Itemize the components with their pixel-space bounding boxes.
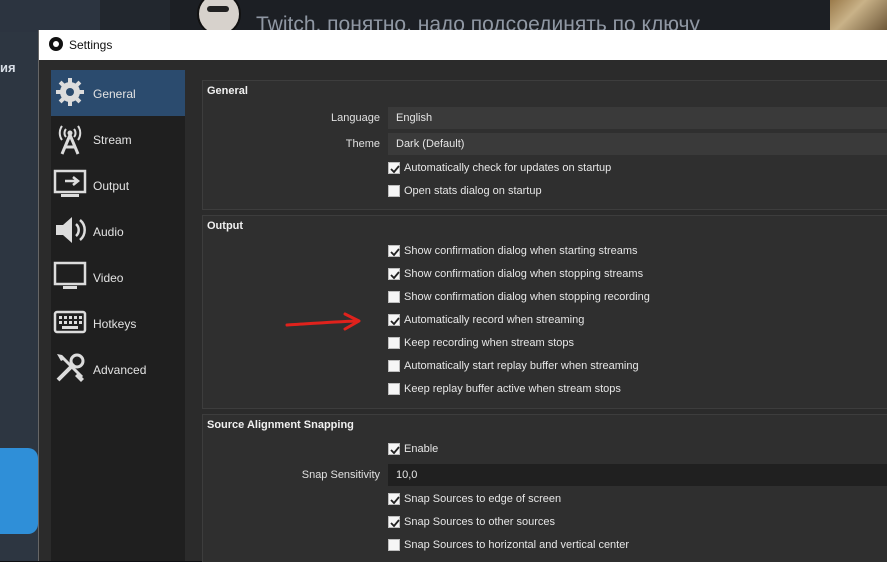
language-select[interactable]: English <box>388 107 887 129</box>
background-left-panel <box>0 0 100 32</box>
display-icon <box>53 261 87 289</box>
checkbox-label: Keep recording when stream stops <box>404 337 574 349</box>
checkbox-unchecked[interactable] <box>388 185 400 197</box>
language-value: English <box>396 112 433 124</box>
sidebar-item-label: Video <box>93 271 124 285</box>
checkbox-unchecked[interactable] <box>388 337 400 349</box>
red-arrow-annotation-icon <box>285 312 361 331</box>
wrench-screwdriver-icon <box>56 353 85 382</box>
group-title: Output <box>207 220 244 232</box>
checkbox-label: Snap Sources to horizontal and vertical … <box>404 539 630 551</box>
checkbox-checked[interactable] <box>388 443 400 455</box>
sidebar-item-label: Output <box>93 179 130 193</box>
snapping-group: Source Alignment Snapping Enable Snap Se… <box>202 414 887 562</box>
sidebar-item-output[interactable]: Output <box>51 162 185 208</box>
background-browser-header: Twitch, понятно, надо подсоединять по кл… <box>0 0 887 36</box>
background-photo <box>830 0 887 32</box>
background-strip <box>100 0 170 32</box>
checkbox-checked[interactable] <box>388 268 400 280</box>
sidebar-item-label: Advanced <box>93 363 147 377</box>
snap-sensitivity-label: Snap Sensitivity <box>301 469 380 481</box>
checkbox-label: Show confirmation dialog when starting s… <box>404 245 638 257</box>
checkbox-label: Snap Sources to other sources <box>404 516 556 528</box>
background-sidebar: ия <box>0 32 38 561</box>
sidebar-item-audio[interactable]: Audio <box>51 208 185 254</box>
settings-dialog: Settings General Stream Output Audio Vid… <box>38 30 887 562</box>
sidebar-item-label: General <box>93 87 136 101</box>
checkbox-label: Automatically record when streaming <box>404 314 585 326</box>
settings-sidebar: General Stream Output Audio Video Hotkey… <box>51 70 185 561</box>
sidebar-item-advanced[interactable]: Advanced <box>51 346 185 392</box>
checkbox-checked[interactable] <box>388 245 400 257</box>
sidebar-item-label: Audio <box>93 225 124 239</box>
checkbox-unchecked[interactable] <box>388 383 400 395</box>
language-label: Language <box>331 112 380 124</box>
checkbox-label: Automatically start replay buffer when s… <box>404 360 639 372</box>
sidebar-item-label: Hotkeys <box>93 317 137 331</box>
gear-icon <box>56 78 84 106</box>
general-group: General Language English Theme Dark (Def… <box>202 80 887 210</box>
group-title: General <box>207 85 248 97</box>
window-title: Settings <box>69 38 113 52</box>
checkbox-checked[interactable] <box>388 314 400 326</box>
theme-value: Dark (Default) <box>396 138 465 150</box>
snap-sensitivity-input[interactable]: 10,0 <box>388 464 887 486</box>
checkbox-label: Snap Sources to edge of screen <box>404 493 562 505</box>
sidebar-item-general[interactable]: General <box>51 70 185 116</box>
theme-select[interactable]: Dark (Default) <box>388 133 887 155</box>
theme-label: Theme <box>345 138 380 150</box>
broadcast-tower-icon <box>58 125 82 155</box>
speaker-icon <box>56 217 86 243</box>
checkbox-checked[interactable] <box>388 516 400 528</box>
background-blue-button <box>0 448 38 534</box>
checkbox-unchecked[interactable] <box>388 539 400 551</box>
checkbox-unchecked[interactable] <box>388 291 400 303</box>
sidebar-item-video[interactable]: Video <box>51 254 185 300</box>
checkbox-checked[interactable] <box>388 162 400 174</box>
group-title: Source Alignment Snapping <box>207 419 354 431</box>
sidebar-item-hotkeys[interactable]: Hotkeys <box>51 300 185 346</box>
checkbox-label: Keep replay buffer active when stream st… <box>404 383 621 395</box>
checkbox-unchecked[interactable] <box>388 360 400 372</box>
monitor-output-icon <box>53 169 87 197</box>
sidebar-item-stream[interactable]: Stream <box>51 116 185 162</box>
checkbox-label: Automatically check for updates on start… <box>404 162 612 174</box>
checkbox-label: Show confirmation dialog when stopping r… <box>404 291 650 303</box>
keyboard-icon <box>53 310 87 334</box>
background-left-word: ия <box>0 60 16 75</box>
title-bar[interactable]: Settings <box>39 30 887 60</box>
sidebar-item-label: Stream <box>93 133 132 147</box>
checkbox-label: Open stats dialog on startup <box>404 185 542 197</box>
obs-logo-icon <box>49 37 63 51</box>
checkbox-label: Show confirmation dialog when stopping s… <box>404 268 644 280</box>
snap-sensitivity-value: 10,0 <box>396 469 418 481</box>
checkbox-checked[interactable] <box>388 493 400 505</box>
checkbox-label: Enable <box>404 443 439 455</box>
